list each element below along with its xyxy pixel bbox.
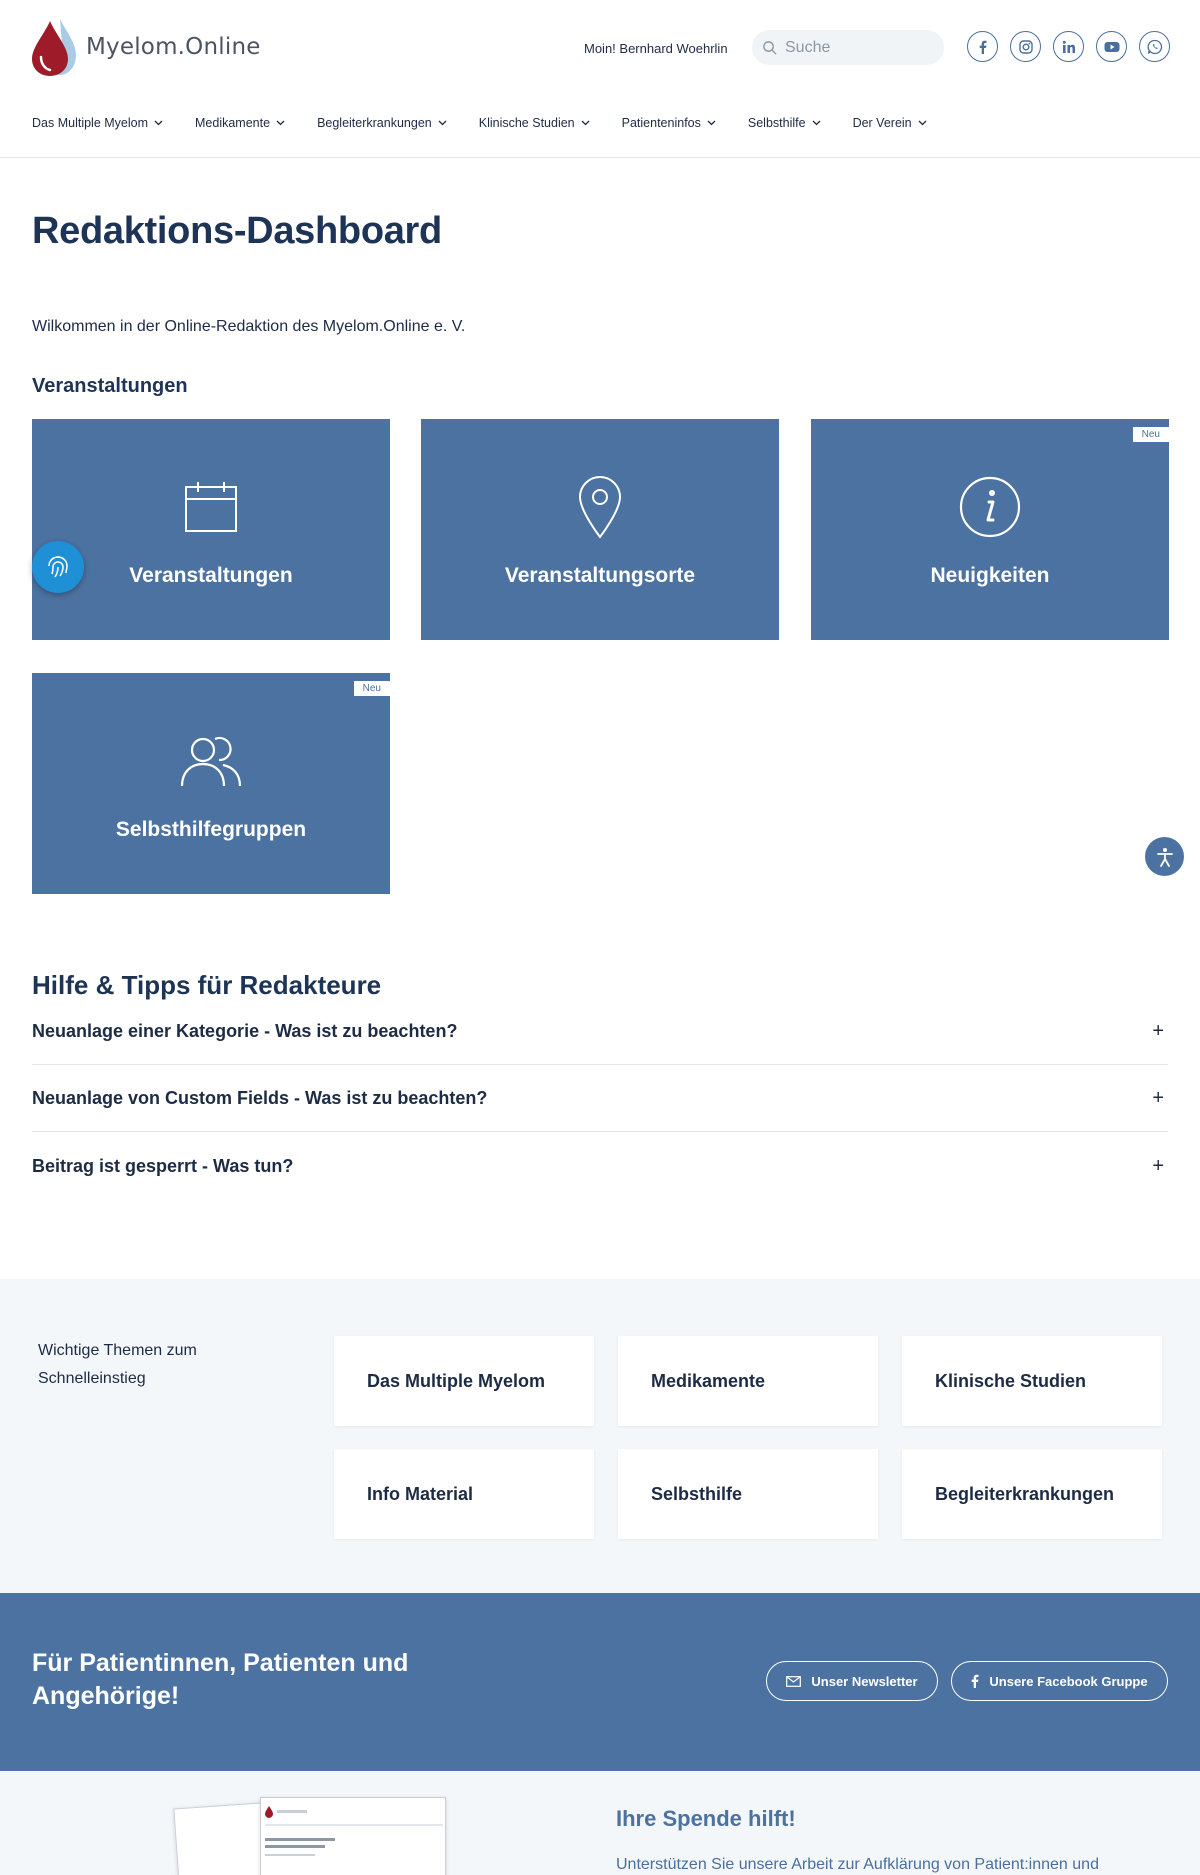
tile-neuigkeiten[interactable]: Neu Neuigkeiten xyxy=(811,419,1169,640)
fingerprint-icon xyxy=(48,556,68,578)
page-title: Redaktions-Dashboard xyxy=(32,210,442,252)
quick-card-begleiterkrankungen[interactable]: Begleiterkrankungen xyxy=(902,1449,1162,1539)
donation-title: Ihre Spende hilft! xyxy=(616,1806,796,1831)
new-badge: Neu xyxy=(1132,427,1169,442)
tile-selbsthilfegruppen[interactable]: Neu Selbsthilfegruppen xyxy=(32,673,390,894)
accessibility-button[interactable] xyxy=(1145,837,1184,876)
plus-icon[interactable]: + xyxy=(1152,1155,1164,1178)
facebook-group-button[interactable]: Unsere Facebook Gruppe xyxy=(951,1661,1168,1701)
nav-item-label: Der Verein xyxy=(852,116,912,130)
quick-card-klinische-studien[interactable]: Klinische Studien xyxy=(902,1336,1162,1426)
instagram-icon[interactable] xyxy=(1010,31,1041,62)
location-pin-icon xyxy=(568,475,632,539)
chevron-down-icon xyxy=(812,120,821,126)
linkedin-icon[interactable] xyxy=(1053,31,1084,62)
accessibility-icon xyxy=(1156,847,1173,867)
faq-item[interactable]: Beitrag ist gesperrt - Was tun? + xyxy=(32,1133,1168,1199)
search-box[interactable] xyxy=(752,30,944,65)
band-title: Für Patientinnen, Patienten und Angehöri… xyxy=(32,1649,409,1710)
faq-item[interactable]: Neuanlage einer Kategorie - Was ist zu b… xyxy=(32,999,1168,1065)
facebook-icon xyxy=(972,1674,979,1688)
info-icon xyxy=(958,475,1022,539)
quick-card-das-multiple-myelom[interactable]: Das Multiple Myelom xyxy=(334,1336,594,1426)
community-band: Für Patientinnen, Patienten und Angehöri… xyxy=(0,1593,1200,1771)
chevron-down-icon xyxy=(581,120,590,126)
tile-label: Veranstaltungsorte xyxy=(504,564,696,587)
chevron-down-icon xyxy=(707,120,716,126)
fingerprint-button[interactable] xyxy=(32,541,84,593)
nav-item-patienteninfos[interactable]: Patienteninfos xyxy=(622,116,716,130)
new-badge: Neu xyxy=(353,681,390,696)
whatsapp-icon[interactable] xyxy=(1139,31,1170,62)
tile-label: Veranstaltungen xyxy=(129,564,293,587)
quick-topics-intro: Wichtige Themen zum Schnelleinstieg xyxy=(38,1342,197,1387)
facebook-group-label: Unsere Facebook Gruppe xyxy=(989,1673,1148,1689)
calendar-icon xyxy=(179,475,243,539)
help-section-title: Hilfe & Tipps für Redakteure xyxy=(32,970,382,1000)
chevron-down-icon xyxy=(438,120,447,126)
tile-label: Selbsthilfegruppen xyxy=(115,818,307,841)
nav-item-label: Das Multiple Myelom xyxy=(32,116,149,130)
social-links xyxy=(967,31,1170,62)
nav-item-begleiterkrankungen[interactable]: Begleiterkrankungen xyxy=(317,116,447,130)
faq-question: Beitrag ist gesperrt - Was tun? xyxy=(32,1155,294,1176)
mail-icon xyxy=(786,1675,802,1687)
chevron-down-icon xyxy=(918,120,927,126)
nav-item-medikamente[interactable]: Medikamente xyxy=(195,116,285,130)
donation-text: Unterstützen Sie unsere Arbeit zur Aufkl… xyxy=(616,1856,1099,1873)
plus-icon[interactable]: + xyxy=(1152,1020,1164,1043)
chevron-down-icon xyxy=(276,120,285,126)
faq-question: Neuanlage einer Kategorie - Was ist zu b… xyxy=(32,1021,458,1041)
user-greeting[interactable]: Moin! Bernhard Woehrlin xyxy=(584,41,728,56)
users-icon xyxy=(179,729,243,793)
quick-card-info-material[interactable]: Info Material xyxy=(334,1449,594,1539)
site-logo[interactable]: Myelom.Online xyxy=(32,17,261,77)
faq-item[interactable]: Neuanlage von Custom Fields - Was ist zu… xyxy=(32,1066,1168,1132)
brochure-image xyxy=(260,1797,446,1875)
nav-item-selbsthilfe[interactable]: Selbsthilfe xyxy=(748,116,821,130)
tile-veranstaltungen[interactable]: Veranstaltungen xyxy=(32,419,390,640)
quick-card-medikamente[interactable]: Medikamente xyxy=(618,1336,878,1426)
newsletter-button[interactable]: Unser Newsletter xyxy=(766,1661,938,1701)
main-navigation: Das Multiple Myelom Medikamente Begleite… xyxy=(32,116,927,130)
nav-item-label: Klinische Studien xyxy=(478,116,575,130)
events-section-title: Veranstaltungen xyxy=(32,375,188,397)
newsletter-label: Unser Newsletter xyxy=(811,1673,918,1689)
nav-item-klinische-studien[interactable]: Klinische Studien xyxy=(479,116,590,130)
welcome-text: Wilkommen in der Online-Redaktion des My… xyxy=(32,318,466,335)
plus-icon[interactable]: + xyxy=(1152,1087,1164,1110)
search-input[interactable] xyxy=(785,38,925,57)
nav-item-der-verein[interactable]: Der Verein xyxy=(853,116,927,130)
tile-veranstaltungsorte[interactable]: Veranstaltungsorte xyxy=(421,419,779,640)
quick-card-selbsthilfe[interactable]: Selbsthilfe xyxy=(618,1449,878,1539)
nav-item-label: Patienteninfos xyxy=(621,116,701,130)
site-header: Myelom.Online Moin! Bernhard Woehrlin Da… xyxy=(0,0,1200,158)
nav-item-label: Selbsthilfe xyxy=(747,116,806,130)
logo-text: Myelom.Online xyxy=(86,34,261,60)
donation-section: Ihre Spende hilft! Unterstützen Sie unse… xyxy=(0,1771,1200,1875)
tile-label: Neuigkeiten xyxy=(930,564,1050,587)
quick-topics-section: Wichtige Themen zum Schnelleinstieg Das … xyxy=(0,1279,1200,1593)
nav-item-label: Begleiterkrankungen xyxy=(317,116,432,130)
chevron-down-icon xyxy=(154,120,163,126)
blood-drop-logo-icon xyxy=(32,17,76,77)
nav-item-label: Medikamente xyxy=(195,116,271,130)
faq-question: Neuanlage von Custom Fields - Was ist zu… xyxy=(32,1088,488,1108)
facebook-icon[interactable] xyxy=(967,31,998,62)
nav-item-das-multiple-myelom[interactable]: Das Multiple Myelom xyxy=(32,116,163,130)
search-icon xyxy=(763,41,777,55)
youtube-icon[interactable] xyxy=(1096,31,1127,62)
